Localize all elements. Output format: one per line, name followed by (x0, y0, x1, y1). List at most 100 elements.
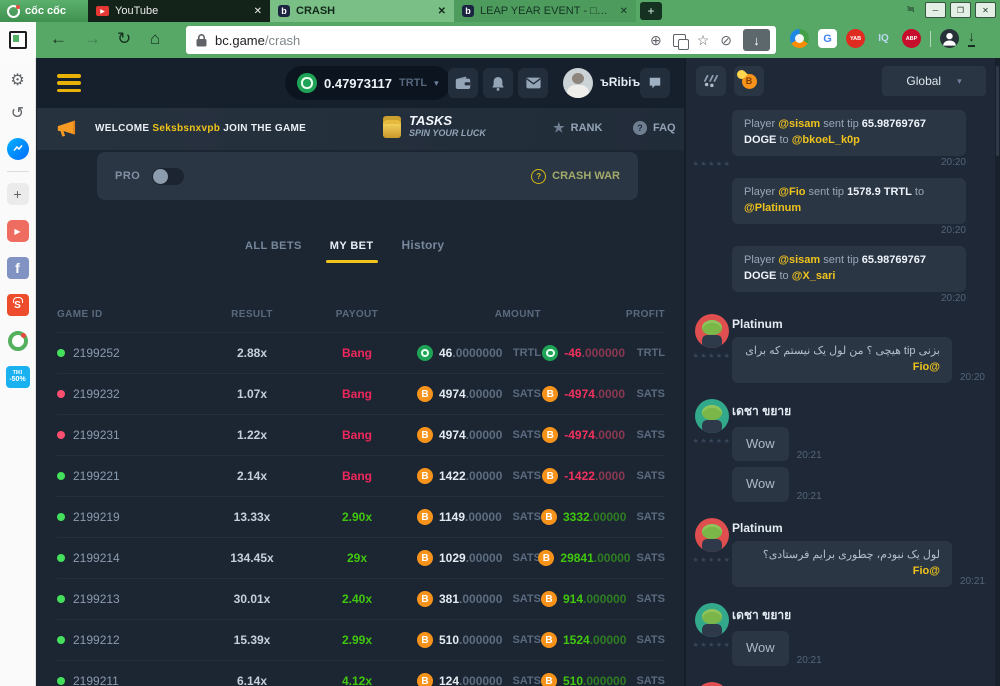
user-avatar[interactable] (563, 68, 593, 98)
history-icon[interactable]: ↺ (11, 105, 24, 123)
table-row[interactable]: 2199219 13.33x 2.90x B1149.00000SATS B33… (57, 496, 665, 537)
sidebar-toggle-icon[interactable] (9, 31, 27, 49)
coccoc-shortcut-icon[interactable] (8, 331, 28, 351)
message-time: 20:21 (960, 576, 985, 587)
col-payout: PAYOUT (297, 309, 417, 320)
mention[interactable]: @Platinum (744, 202, 801, 214)
downloads-tray-icon[interactable]: ↓ (968, 30, 975, 47)
faq-link[interactable]: ? FAQ (633, 121, 676, 135)
chat-tip-message: Player @Fio sent tip 1578.9 TRTL to @Pla… (692, 178, 985, 236)
bookmark-star-icon[interactable]: ☆ (697, 32, 710, 49)
user-avatar[interactable] (695, 314, 729, 348)
table-row[interactable]: 2199213 30.01x 2.40x B381.000000SATS B91… (57, 578, 665, 619)
table-row[interactable]: 2199212 15.39x 2.99x B510.000000SATS B15… (57, 619, 665, 660)
toolbar-separator (930, 31, 931, 47)
user-avatar[interactable] (695, 682, 729, 686)
forward-button[interactable]: → (84, 27, 101, 51)
tiki-shortcut-icon[interactable]: TIKI -50% (6, 366, 30, 388)
tab-close-icon[interactable]: ✕ (438, 6, 446, 17)
minimize-button[interactable]: ─ (925, 2, 946, 18)
settings-gear-icon[interactable]: ⚙ (10, 72, 24, 90)
crash-war-link[interactable]: ? CRASH WAR (531, 169, 620, 184)
btc-coin-icon: B (538, 550, 554, 566)
address-bar[interactable]: bc.game/crash ⊕ ☆ ⊘ ↓ (186, 26, 776, 54)
tab-all-bets[interactable]: ALL BETS (245, 240, 302, 252)
tab-leap-year-event[interactable]: b LEAP YEAR EVENT - □Event - □ ✕ (454, 0, 636, 22)
chat-toggle-button[interactable] (640, 68, 670, 98)
chat-username[interactable]: Platinum (732, 521, 985, 535)
profile-icon[interactable] (940, 29, 959, 48)
shopee-shortcut-icon[interactable]: S (7, 294, 29, 316)
rain-button[interactable] (696, 66, 726, 96)
tab-history[interactable]: History (402, 238, 445, 252)
maximize-button[interactable]: ❐ (950, 2, 971, 18)
abp-extension-icon[interactable]: ABP (902, 29, 921, 48)
idm-extension-icon[interactable] (790, 29, 809, 48)
sidebar-toggle-area (0, 22, 36, 58)
download-page-button[interactable]: ↓ (743, 29, 770, 51)
table-row[interactable]: 2199221 2.14x Bang B1422.00000SATS B-142… (57, 455, 665, 496)
chat-messages[interactable]: ★★★★★ Player @sisam sent tip 65.98769767… (686, 104, 995, 686)
user-avatar[interactable] (695, 518, 729, 552)
messenger-icon[interactable] (7, 138, 29, 160)
facebook-shortcut-icon[interactable]: f (7, 257, 29, 279)
tab-snap-icon[interactable]: ≒ (907, 4, 915, 15)
tab-close-icon[interactable]: ✕ (254, 6, 262, 17)
home-button[interactable]: ⌂ (150, 27, 160, 51)
tab-youtube[interactable]: ▶ YouTube ✕ (88, 0, 270, 22)
chat-channel-select[interactable]: Global ▾ (882, 66, 986, 96)
message-time: 20:20 (732, 293, 966, 304)
tab-my-bet[interactable]: MY BET (330, 240, 374, 252)
table-header-row: GAME ID RESULT PAYOUT AMOUNT PROFIT (57, 296, 665, 332)
mention[interactable]: @Fio (778, 186, 805, 198)
notifications-bell-button[interactable] (483, 68, 513, 98)
level-stars: ★★★★★ (693, 556, 732, 564)
iq-extension-icon[interactable]: IQ (874, 29, 893, 48)
trtl-coin-icon (297, 73, 317, 93)
user-avatar[interactable] (695, 603, 729, 637)
mention[interactable]: @Fio (913, 361, 940, 373)
close-button[interactable]: ✕ (975, 2, 996, 18)
youtube-shortcut-icon[interactable]: ▶ (7, 220, 29, 242)
add-shortcut-button[interactable]: + (7, 183, 29, 205)
coccoc-brand[interactable]: cốc cốc (0, 0, 88, 22)
mention[interactable]: @Fio (913, 565, 940, 577)
mention[interactable]: @X_sari (792, 270, 836, 282)
hamburger-menu-icon[interactable] (57, 74, 81, 92)
reload-button[interactable]: ↻ (117, 27, 131, 51)
yab-extension-icon[interactable]: YAB (846, 29, 865, 48)
tab-close-icon[interactable]: ✕ (620, 6, 628, 17)
coin-drop-button[interactable]: B (734, 66, 764, 96)
site-header: 0.47973117 TRTL ▾ ъRibiъ ▾ (37, 58, 684, 108)
table-row[interactable]: 2199211 6.14x 4.12x B124.000000SATS B510… (57, 660, 665, 686)
btc-coin-icon: B (417, 591, 433, 607)
rank-link[interactable]: ★ RANK (553, 121, 602, 134)
translate-extension-icon[interactable]: G (818, 29, 837, 48)
messages-mail-button[interactable] (518, 68, 548, 98)
new-tab-button[interactable]: + (640, 2, 662, 20)
pro-toggle[interactable] (152, 168, 184, 185)
mention[interactable]: @bkoeL_k0p (792, 134, 860, 146)
table-row[interactable]: 2199214 134.45x 29x B1029.00000SATS B298… (57, 537, 665, 578)
translate-page-icon[interactable] (673, 34, 686, 47)
mention[interactable]: @sisam (778, 254, 820, 266)
megaphone-icon (55, 118, 77, 143)
chat-username[interactable]: เดชา ขยาย (732, 402, 985, 421)
balance-selector[interactable]: 0.47973117 TRTL ▾ (285, 66, 451, 100)
adblock-shield-icon[interactable]: ⊘ (720, 32, 732, 49)
table-row[interactable]: 2199252 2.88x Bang 46.0000000TRTL -46.00… (57, 332, 665, 373)
chat-scrollbar[interactable] (995, 58, 1000, 686)
wallet-button[interactable] (448, 68, 478, 98)
table-row[interactable]: 2199231 1.22x Bang B4974.00000SATS B-497… (57, 414, 665, 455)
tasks-link[interactable]: TASKS SPIN YOUR LUCK (383, 113, 486, 139)
message-time: 20:21 (797, 450, 822, 461)
tab-crash[interactable]: b CRASH ✕ (270, 0, 454, 22)
chat-username[interactable]: Platinum (732, 317, 985, 331)
user-avatar[interactable] (695, 399, 729, 433)
back-button[interactable]: ← (50, 27, 67, 51)
tasks-title: TASKS (409, 113, 486, 128)
zoom-page-icon[interactable]: ⊕ (650, 32, 662, 49)
table-row[interactable]: 2199232 1.07x Bang B4974.00000SATS B-497… (57, 373, 665, 414)
mention[interactable]: @sisam (778, 118, 820, 130)
chat-username[interactable]: เดชา ขยาย (732, 606, 985, 625)
